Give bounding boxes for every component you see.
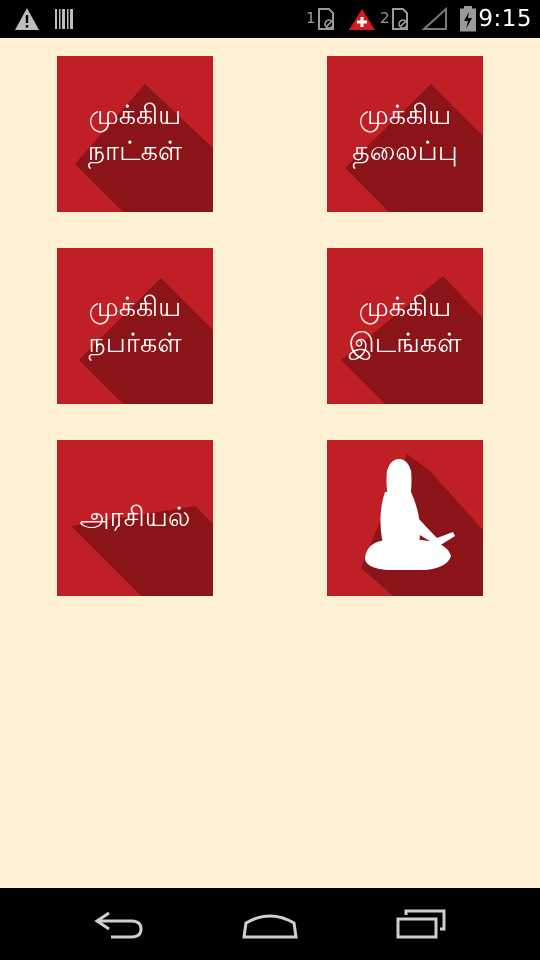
tile-important-places[interactable]: முக்கிய இடங்கள் (327, 248, 483, 404)
clock: 9:15 (478, 6, 532, 32)
tile-label-line1: முக்கிய (88, 100, 182, 131)
sim-card-icon (316, 5, 336, 33)
tile-label: அரசியல் (79, 502, 191, 533)
navigation-bar (0, 888, 540, 960)
recent-apps-icon (396, 909, 446, 939)
tile-politics[interactable]: அரசியல் (57, 440, 213, 596)
status-bar: 1 2 9:15 (0, 0, 540, 38)
tile-important-days[interactable]: முக்கிய நாட்கள் (57, 56, 213, 212)
meditating-person-icon (365, 459, 455, 570)
battery-charging-icon (458, 5, 478, 33)
tile-important-persons[interactable]: முக்கிய நபர்கள் (57, 248, 213, 404)
tile-label-line2: நபர்கள் (88, 328, 182, 359)
tile-label-line2: தலைப்பு (352, 136, 458, 167)
back-button[interactable] (79, 902, 159, 946)
medical-alert-icon (348, 5, 376, 33)
tile-label-line2: நாட்கள் (87, 136, 183, 167)
home-icon (242, 914, 298, 939)
sim1-label: 1 (306, 9, 316, 27)
tile-label-line1: முக்கிய (88, 292, 182, 323)
warning-icon (14, 5, 40, 33)
home-button[interactable] (230, 902, 310, 946)
tile-label-line1: முக்கிய (358, 292, 452, 323)
tile-label-line2: இடங்கள் (348, 328, 462, 359)
sim2-label: 2 (380, 9, 390, 27)
back-icon (94, 911, 143, 939)
tile-meditation[interactable] (327, 440, 483, 596)
tile-label-line1: முக்கிய (358, 100, 452, 131)
no-signal-icon (422, 5, 448, 33)
barcode-icon (54, 5, 74, 33)
tile-important-topics[interactable]: முக்கிய தலைப்பு (327, 56, 483, 212)
sim-card-icon (390, 5, 410, 33)
recent-apps-button[interactable] (381, 902, 461, 946)
